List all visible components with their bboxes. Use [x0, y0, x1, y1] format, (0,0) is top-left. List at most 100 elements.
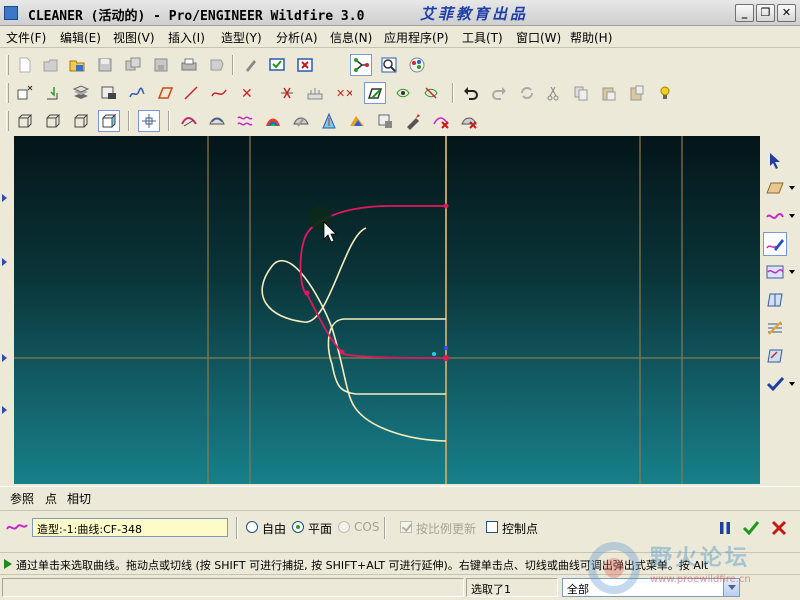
open-icon[interactable]	[40, 54, 62, 76]
points-icon[interactable]: ✕	[236, 82, 258, 104]
delete-surface-icon[interactable]	[458, 110, 480, 132]
regen-icon[interactable]	[516, 82, 538, 104]
pen-icon[interactable]	[240, 54, 262, 76]
copy-icon[interactable]	[570, 82, 592, 104]
brush-icon[interactable]	[402, 110, 424, 132]
wave-icon[interactable]	[234, 110, 256, 132]
select-arrow-icon[interactable]	[763, 148, 787, 172]
close-button[interactable]: ✕	[777, 4, 796, 22]
tab-references[interactable]: 参照	[10, 490, 34, 507]
menu-style[interactable]: 造型(Y)	[221, 29, 262, 46]
section-icon[interactable]	[374, 110, 396, 132]
move-icon[interactable]	[42, 82, 64, 104]
menu-insert[interactable]: 插入(I)	[168, 29, 205, 46]
shade-icon[interactable]	[262, 110, 284, 132]
toolbar-grip[interactable]	[6, 55, 9, 75]
undo-icon[interactable]	[460, 82, 482, 104]
datum-point-icon[interactable]	[14, 82, 36, 104]
free-radio[interactable]	[246, 521, 258, 533]
plane-icon[interactable]	[154, 82, 176, 104]
send-icon[interactable]	[206, 54, 228, 76]
menu-file[interactable]: 文件(F)	[6, 29, 46, 46]
cos-radio[interactable]	[338, 521, 350, 533]
menu-info[interactable]: 信息(N)	[330, 29, 372, 46]
tab-tangent[interactable]: 相切	[67, 490, 91, 507]
tangent-handle[interactable]	[444, 346, 448, 350]
layers-icon[interactable]	[70, 82, 92, 104]
menu-view[interactable]: 视图(V)	[113, 29, 155, 46]
display-icon[interactable]	[266, 54, 288, 76]
menu-tools[interactable]: 工具(T)	[462, 29, 503, 46]
reflect-icon[interactable]	[290, 110, 312, 132]
view-side-icon[interactable]	[70, 110, 92, 132]
toolbar-grip[interactable]	[6, 111, 9, 131]
measure-icon[interactable]	[304, 82, 326, 104]
graphics-window[interactable]	[14, 136, 760, 484]
scatter-icon[interactable]: ✕✕	[332, 82, 354, 104]
print-icon[interactable]	[178, 54, 200, 76]
spline-icon[interactable]	[208, 82, 230, 104]
active-icon[interactable]	[364, 82, 386, 104]
dropdown-arrow-icon[interactable]	[789, 186, 795, 190]
control-point[interactable]	[443, 355, 449, 361]
dropdown-arrow-icon[interactable]	[789, 382, 795, 386]
menu-edit[interactable]: 编辑(E)	[60, 29, 101, 46]
toolbar-grip[interactable]	[6, 83, 9, 103]
hide-icon[interactable]	[420, 82, 442, 104]
trim-icon[interactable]	[276, 82, 298, 104]
eye-icon[interactable]	[392, 82, 414, 104]
menu-applications[interactable]: 应用程序(P)	[384, 29, 449, 46]
tangent-handle[interactable]	[432, 352, 436, 356]
new-icon[interactable]	[14, 54, 36, 76]
curve-icon[interactable]	[126, 82, 148, 104]
trim-surface-icon[interactable]	[763, 344, 787, 368]
light-icon[interactable]	[654, 82, 676, 104]
dropdown-arrow-icon[interactable]	[789, 270, 795, 274]
control-point[interactable]	[304, 290, 310, 296]
surface-wave-icon[interactable]	[763, 260, 787, 284]
backup-icon[interactable]	[150, 54, 172, 76]
boundary-icon[interactable]	[206, 110, 228, 132]
edit-curve-icon[interactable]	[763, 232, 787, 256]
minimize-button[interactable]: _	[735, 4, 754, 22]
expand-arrow-icon[interactable]	[2, 258, 7, 266]
menu-window[interactable]: 窗口(W)	[516, 29, 561, 46]
surface-icon[interactable]	[178, 110, 200, 132]
sketch-icon[interactable]	[98, 82, 120, 104]
line-icon[interactable]	[180, 82, 202, 104]
sketch-plane-icon[interactable]	[763, 176, 787, 200]
draft-icon[interactable]	[318, 110, 340, 132]
freeform-curve[interactable]	[261, 227, 447, 442]
cut-icon[interactable]	[542, 82, 564, 104]
view-iso-icon[interactable]	[98, 110, 120, 132]
folder-icon[interactable]	[66, 54, 88, 76]
control-point[interactable]	[339, 349, 345, 355]
left-navigator-strip[interactable]	[0, 136, 14, 484]
plane-radio[interactable]	[292, 521, 304, 533]
scale-update-checkbox[interactable]	[400, 521, 412, 533]
boundary-surface-icon[interactable]	[763, 288, 787, 312]
network-icon[interactable]	[350, 54, 372, 76]
done-check-icon[interactable]	[763, 372, 787, 396]
slope-icon[interactable]	[346, 110, 368, 132]
curve-wave-icon[interactable]	[763, 204, 787, 228]
expand-arrow-icon[interactable]	[2, 354, 7, 362]
restore-button[interactable]: ❐	[756, 4, 775, 22]
paste-icon[interactable]	[598, 82, 620, 104]
existing-curves[interactable]	[261, 227, 447, 442]
paste-special-icon[interactable]	[626, 82, 648, 104]
model-view[interactable]	[14, 136, 760, 484]
save-copy-icon[interactable]	[122, 54, 144, 76]
control-point[interactable]	[443, 203, 449, 209]
redo-icon[interactable]	[488, 82, 510, 104]
dropdown-arrow-icon[interactable]	[789, 214, 795, 218]
curve-reference-field[interactable]: 造型:-1:曲线:CF-348	[32, 518, 228, 537]
menu-analysis[interactable]: 分析(A)	[276, 29, 318, 46]
delete-curve-icon[interactable]	[430, 110, 452, 132]
tab-points[interactable]: 点	[45, 490, 57, 507]
app-icon[interactable]	[4, 6, 18, 20]
view-front-icon[interactable]	[14, 110, 36, 132]
view-back-icon[interactable]	[42, 110, 64, 132]
menu-help[interactable]: 帮助(H)	[570, 29, 612, 46]
expand-arrow-icon[interactable]	[2, 194, 7, 202]
